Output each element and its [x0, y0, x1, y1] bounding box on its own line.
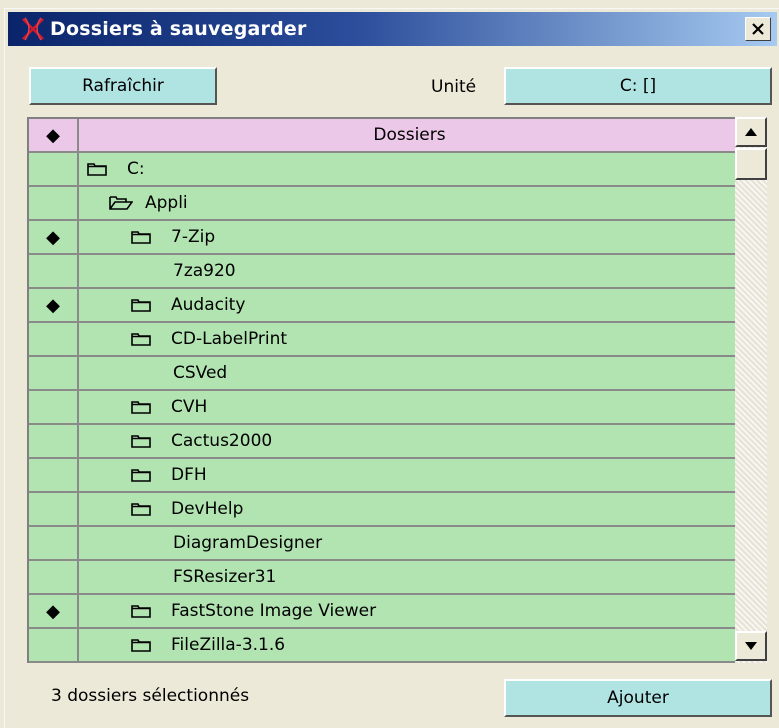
folder-name: Appli — [145, 193, 188, 213]
row-folder-cell[interactable]: 7-Zip — [79, 221, 738, 255]
folder-name: CSVed — [173, 363, 228, 383]
arrow-down-icon — [745, 642, 757, 650]
row-mark-cell[interactable] — [29, 425, 79, 459]
mark-column-header[interactable]: ◆ — [29, 119, 79, 153]
row-mark-cell[interactable] — [29, 561, 79, 595]
title-bar[interactable]: Dossiers à sauvegarder — [8, 12, 777, 46]
grid-header: ◆ Dossiers — [29, 119, 738, 153]
row-folder-cell[interactable]: FSResizer31 — [79, 561, 738, 595]
row-mark-cell[interactable] — [29, 153, 79, 187]
folder-closed-icon — [131, 467, 153, 483]
row-folder-cell[interactable]: CD-LabelPrint — [79, 323, 738, 357]
table-row[interactable]: CD-LabelPrint — [29, 323, 738, 357]
row-mark-cell[interactable] — [29, 357, 79, 391]
folders-column-header[interactable]: Dossiers — [79, 119, 738, 153]
row-folder-cell[interactable]: Appli — [79, 187, 738, 221]
row-folder-cell[interactable]: CSVed — [79, 357, 738, 391]
folder-closed-icon — [131, 331, 153, 347]
table-row[interactable]: CVH — [29, 391, 738, 425]
close-icon — [752, 23, 764, 35]
row-mark-cell[interactable] — [29, 391, 79, 425]
table-row[interactable]: 7za920 — [29, 255, 738, 289]
table-row[interactable]: CSVed — [29, 357, 738, 391]
folder-name: CVH — [171, 397, 208, 417]
folder-name: FSResizer31 — [173, 567, 277, 587]
selection-status: 3 dossiers sélectionnés — [51, 686, 250, 706]
table-row[interactable]: FSResizer31 — [29, 561, 738, 595]
table-row[interactable]: Cactus2000 — [29, 425, 738, 459]
selected-marker: ◆ — [46, 600, 60, 622]
folder-closed-icon — [131, 297, 153, 313]
folder-open-icon — [109, 195, 135, 211]
row-folder-cell[interactable]: FastStone Image Viewer — [79, 595, 738, 629]
folder-closed-icon — [131, 501, 153, 517]
row-mark-cell[interactable] — [29, 493, 79, 527]
row-folder-cell[interactable]: 7za920 — [79, 255, 738, 289]
table-row[interactable]: DevHelp — [29, 493, 738, 527]
row-mark-cell[interactable]: ◆ — [29, 289, 79, 323]
table-row[interactable]: C: — [29, 153, 738, 187]
selected-marker: ◆ — [46, 226, 60, 248]
unit-selector-button[interactable]: C: [] — [504, 67, 772, 105]
folder-name: 7za920 — [173, 261, 236, 281]
folder-closed-icon — [131, 229, 153, 245]
folder-name: CD-LabelPrint — [171, 329, 288, 349]
row-folder-cell[interactable]: FileZilla-3.1.6 — [79, 629, 738, 663]
table-row[interactable]: ◆ Audacity — [29, 289, 738, 323]
row-folder-cell[interactable]: DevHelp — [79, 493, 738, 527]
scroll-up-button[interactable] — [735, 117, 767, 147]
selected-marker: ◆ — [46, 294, 60, 316]
row-mark-cell[interactable] — [29, 255, 79, 289]
scroll-thumb[interactable] — [735, 148, 767, 180]
folder-grid: ◆ Dossiers C: Appli ◆ 7-Zip 7za920 ◆ Audacity C… — [27, 117, 738, 663]
unit-label: Unité — [431, 77, 477, 97]
scroll-down-button[interactable] — [735, 631, 767, 661]
row-mark-cell[interactable]: ◆ — [29, 595, 79, 629]
folder-name: DFH — [171, 465, 207, 485]
row-mark-cell[interactable] — [29, 323, 79, 357]
folder-name: Cactus2000 — [171, 431, 273, 451]
folder-name: FileZilla-3.1.6 — [171, 635, 286, 655]
table-row[interactable]: ◆ 7-Zip — [29, 221, 738, 255]
add-button[interactable]: Ajouter — [504, 679, 772, 717]
vertical-scrollbar[interactable] — [735, 117, 767, 663]
folder-closed-icon — [131, 399, 153, 415]
row-mark-cell[interactable]: ◆ — [29, 221, 79, 255]
folder-name: Audacity — [171, 295, 246, 315]
row-folder-cell[interactable]: DiagramDesigner — [79, 527, 738, 561]
row-folder-cell[interactable]: Cactus2000 — [79, 425, 738, 459]
folder-closed-icon — [131, 603, 153, 619]
folder-name: DiagramDesigner — [173, 533, 323, 553]
window-title: Dossiers à sauvegarder — [50, 18, 307, 40]
table-row[interactable]: DFH — [29, 459, 738, 493]
row-mark-cell[interactable] — [29, 629, 79, 663]
arrow-up-icon — [745, 128, 757, 136]
folder-closed-icon — [131, 433, 153, 449]
folder-name: FastStone Image Viewer — [171, 601, 377, 621]
close-button[interactable] — [745, 17, 771, 41]
row-folder-cell[interactable]: CVH — [79, 391, 738, 425]
row-folder-cell[interactable]: DFH — [79, 459, 738, 493]
folder-closed-icon — [87, 161, 109, 177]
table-row[interactable]: Appli — [29, 187, 738, 221]
row-folder-cell[interactable]: Audacity — [79, 289, 738, 323]
table-row[interactable]: ◆ FastStone Image Viewer — [29, 595, 738, 629]
grid-rows: C: Appli ◆ 7-Zip 7za920 ◆ Audacity CD-LabelPrin… — [29, 153, 738, 663]
table-row[interactable]: DiagramDesigner — [29, 527, 738, 561]
table-row[interactable]: FileZilla-3.1.6 — [29, 629, 738, 663]
row-mark-cell[interactable] — [29, 459, 79, 493]
row-mark-cell[interactable] — [29, 527, 79, 561]
folder-closed-icon — [131, 637, 153, 653]
row-mark-cell[interactable] — [29, 187, 79, 221]
app-logo-icon — [18, 14, 48, 44]
folder-name: C: — [127, 159, 145, 179]
refresh-button[interactable]: Rafraîchir — [29, 67, 217, 105]
row-folder-cell[interactable]: C: — [79, 153, 738, 187]
folder-name: 7-Zip — [171, 227, 216, 247]
folder-name: DevHelp — [171, 499, 244, 519]
